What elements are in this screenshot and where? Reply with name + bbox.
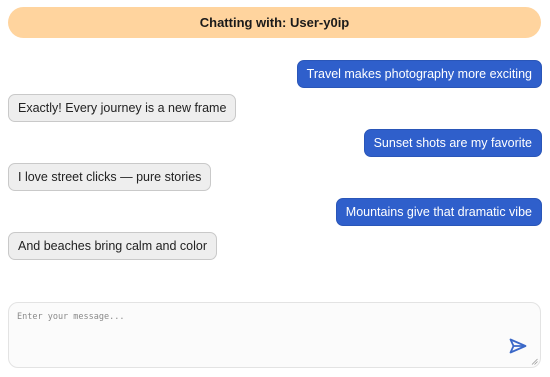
sent-message: Travel makes photography more exciting: [296, 60, 542, 88]
received-message: I love street clicks — pure stories: [8, 163, 212, 191]
message-composer: [8, 302, 541, 368]
message-input[interactable]: [9, 303, 540, 367]
send-icon: [509, 338, 527, 354]
sent-message: Sunset shots are my favorite: [363, 129, 542, 157]
send-button[interactable]: [508, 337, 528, 355]
received-message: Exactly! Every journey is a new frame: [8, 94, 237, 122]
chat-window: Chatting with: User-y0ip Travel makes ph…: [0, 0, 550, 377]
sent-message: Mountains give that dramatic vibe: [335, 198, 542, 226]
resize-grip-icon[interactable]: [531, 358, 538, 365]
chat-header: Chatting with: User-y0ip: [8, 7, 541, 38]
received-message: And beaches bring calm and color: [8, 232, 218, 260]
chat-title: Chatting with: User-y0ip: [199, 15, 350, 30]
